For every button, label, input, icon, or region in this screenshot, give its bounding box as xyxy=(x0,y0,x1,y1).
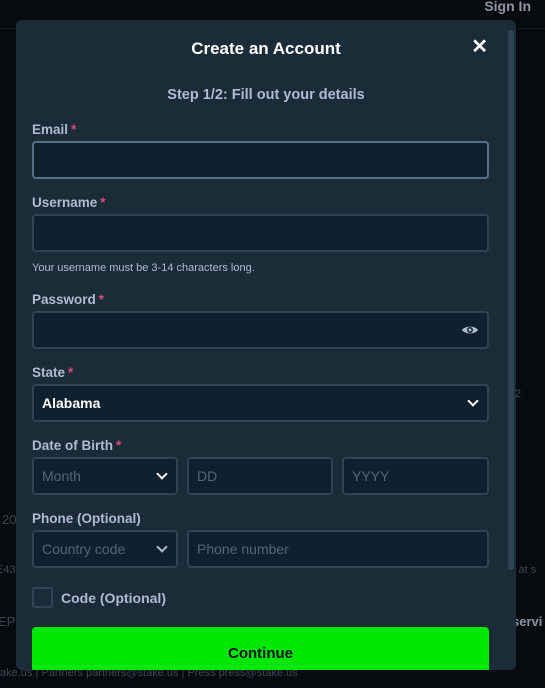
username-label: Username * xyxy=(32,195,106,210)
dob-month-select[interactable]: Month xyxy=(32,457,178,495)
continue-button[interactable]: Continue xyxy=(32,627,489,670)
code-label[interactable]: Code (Optional) xyxy=(61,590,166,606)
bg-text: 20 xyxy=(2,512,17,527)
modal-title: Create an Account xyxy=(191,39,341,58)
code-checkbox[interactable] xyxy=(32,587,53,608)
bg-text: servi xyxy=(512,614,543,629)
email-label: Email * xyxy=(32,122,77,137)
country-code-select[interactable]: Country code xyxy=(32,530,178,568)
step-indicator: Step 1/2: Fill out your details xyxy=(167,87,365,103)
dob-day-input[interactable]: DD xyxy=(187,457,333,495)
chevron-down-icon xyxy=(156,541,168,553)
password-input[interactable] xyxy=(32,311,489,349)
create-account-modal: Create an Account ✕ Step 1/2: Fill out y… xyxy=(16,20,516,670)
phone-label: Phone (Optional) xyxy=(32,511,141,526)
password-label: Password * xyxy=(32,292,105,307)
username-input[interactable] xyxy=(32,214,489,252)
eye-icon[interactable] xyxy=(461,324,479,336)
sign-in-link[interactable]: Sign In xyxy=(484,0,531,14)
dob-year-input[interactable]: YYYY xyxy=(342,457,489,495)
scrollbar[interactable] xyxy=(508,30,514,570)
close-icon[interactable]: ✕ xyxy=(471,34,488,59)
state-label: State * xyxy=(32,365,74,380)
phone-number-input[interactable]: Phone number xyxy=(187,530,489,568)
chevron-down-icon xyxy=(156,468,168,480)
state-select[interactable]: Alabama xyxy=(32,384,489,422)
chevron-down-icon xyxy=(467,395,479,407)
bg-text: EP xyxy=(0,614,16,629)
email-input[interactable] xyxy=(32,141,489,179)
username-hint: Your username must be 3-14 characters lo… xyxy=(32,262,255,274)
dob-label: Date of Birth * xyxy=(32,438,122,453)
bg-text: E43 xyxy=(0,564,16,576)
